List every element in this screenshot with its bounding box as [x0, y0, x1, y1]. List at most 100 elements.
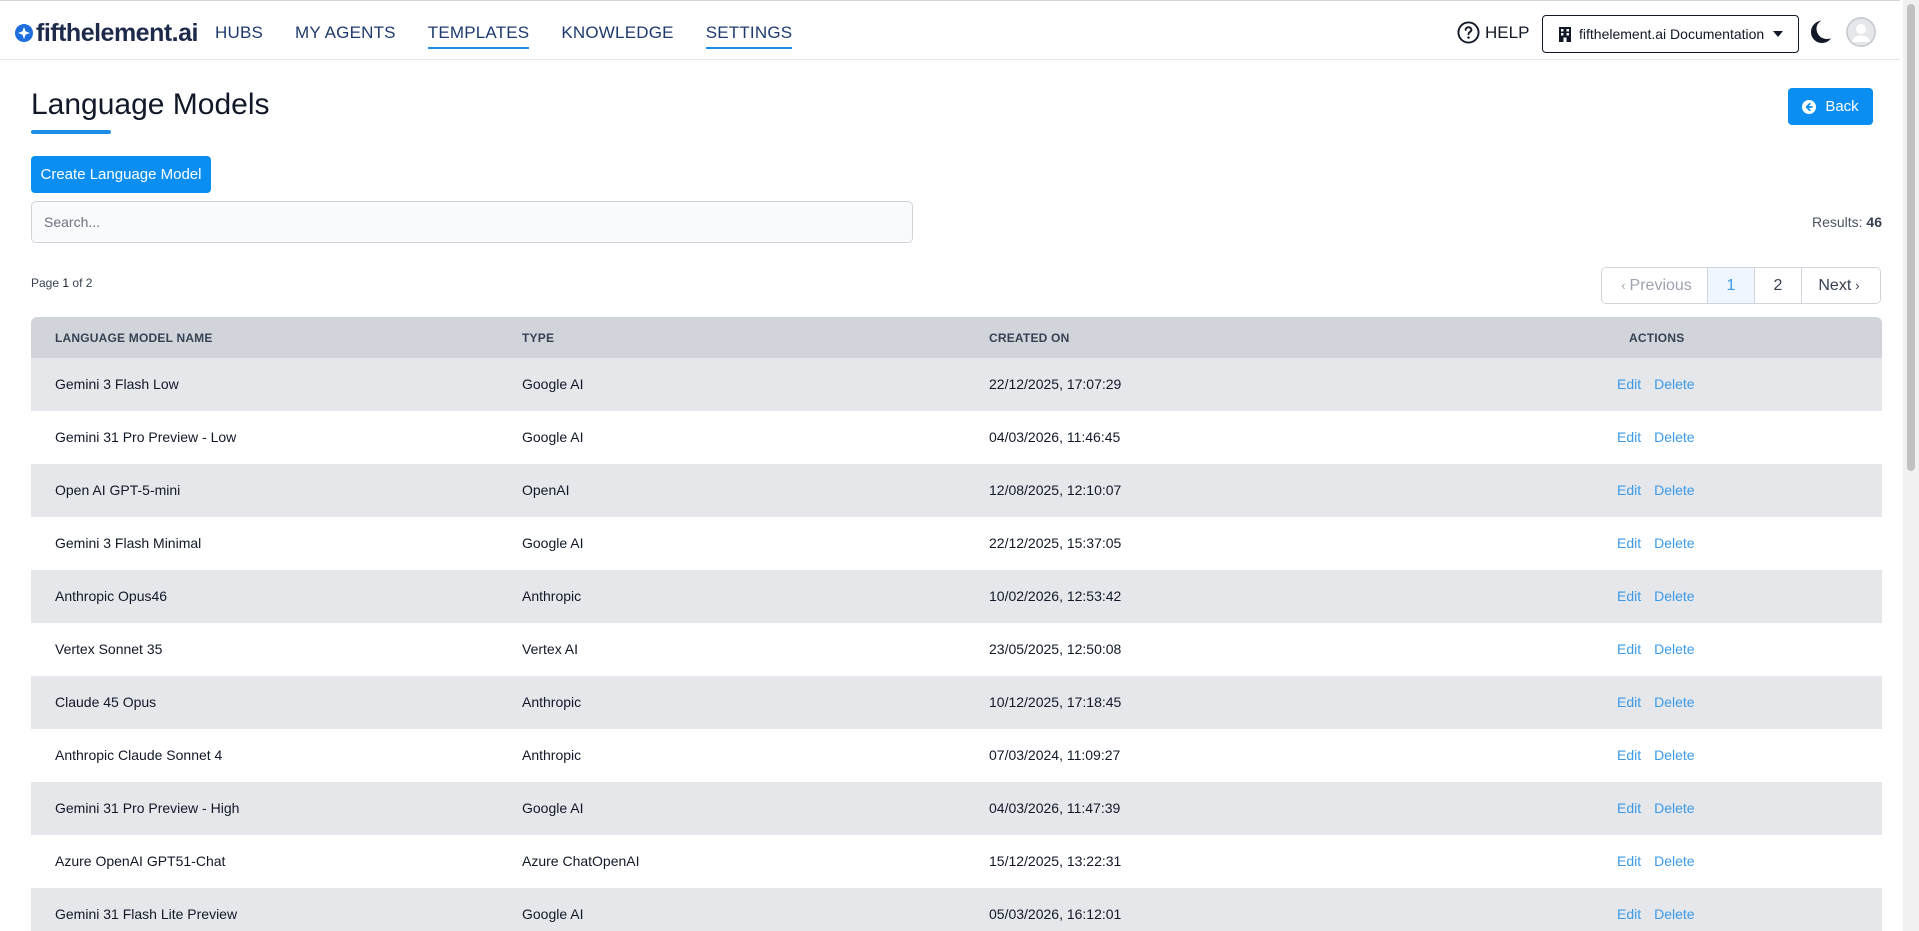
scrollbar-thumb[interactable]: [1907, 4, 1915, 471]
column-header-name[interactable]: LANGUAGE MODEL NAME: [55, 331, 213, 345]
cell-type: Anthropic: [522, 588, 582, 604]
nav-my-agents[interactable]: MY AGENTS: [295, 22, 396, 49]
cell-created: 10/02/2026, 12:53:42: [989, 588, 1122, 604]
delete-button[interactable]: Delete: [1654, 641, 1694, 657]
moon-icon[interactable]: [1809, 19, 1835, 45]
question-circle-icon: [1457, 21, 1480, 44]
page-1-button[interactable]: 1: [1708, 268, 1755, 303]
delete-button[interactable]: Delete: [1654, 429, 1694, 445]
page-scrollbar[interactable]: [1903, 0, 1919, 931]
delete-button[interactable]: Delete: [1654, 694, 1694, 710]
delete-button[interactable]: Delete: [1654, 800, 1694, 816]
table-row: Gemini 3 Flash Minimal Google AI 22/12/202…: [31, 517, 1882, 570]
row-actions: Edit Delete: [1617, 429, 1708, 445]
row-actions: Edit Delete: [1617, 853, 1708, 869]
cell-name: Gemini 31 Flash Lite Preview: [55, 906, 238, 922]
cell-name: Gemini 3 Flash Low: [55, 376, 179, 392]
pagination: ‹ Previous 1 2 Next ›: [1601, 267, 1881, 304]
nav-knowledge[interactable]: KNOWLEDGE: [561, 22, 673, 49]
delete-button[interactable]: Delete: [1654, 853, 1694, 869]
user-icon: [1846, 17, 1876, 47]
cell-name: Anthropic Claude Sonnet 4: [55, 747, 223, 763]
delete-button[interactable]: Delete: [1654, 588, 1694, 604]
cell-type: Azure ChatOpenAI: [522, 853, 640, 869]
edit-button[interactable]: Edit: [1617, 429, 1641, 445]
org-selector[interactable]: fifthelement.ai Documentation: [1542, 15, 1799, 53]
delete-button[interactable]: Delete: [1654, 535, 1694, 551]
cell-type: OpenAI: [522, 482, 570, 498]
edit-button[interactable]: Edit: [1617, 694, 1641, 710]
edit-button[interactable]: Edit: [1617, 800, 1641, 816]
table-row: Gemini 31 Pro Preview - High Google AI 04/…: [31, 782, 1882, 835]
cell-name: Open AI GPT-5-mini: [55, 482, 181, 498]
cell-type: Vertex AI: [522, 641, 579, 657]
cell-name: Azure OpenAI GPT51-Chat: [55, 853, 226, 869]
delete-button[interactable]: Delete: [1654, 747, 1694, 763]
page-2-button[interactable]: 2: [1755, 268, 1802, 303]
edit-button[interactable]: Edit: [1617, 588, 1641, 604]
row-actions: Edit Delete: [1617, 641, 1708, 657]
main-nav: HUBS MY AGENTS TEMPLATES KNOWLEDGE SETTI…: [215, 22, 824, 49]
row-actions: Edit Delete: [1617, 588, 1708, 604]
back-label: Back: [1825, 98, 1859, 115]
cell-type: Anthropic: [522, 694, 582, 710]
table-row: Azure OpenAI GPT51-Chat Azure ChatOpenAI 1…: [31, 835, 1882, 888]
results-count: Results: 46: [1811, 214, 1882, 230]
org-label: fifthelement.ai Documentation: [1579, 26, 1765, 42]
cell-type: Google AI: [522, 429, 584, 445]
cell-name: Anthropic Opus46: [55, 588, 168, 604]
brand-name: fifthelement.ai: [36, 19, 198, 47]
top-navbar: fifthelement.ai HUBS MY AGENTS TEMPLATES…: [0, 0, 1900, 60]
nav-templates[interactable]: TEMPLATES: [427, 22, 530, 49]
edit-button[interactable]: Edit: [1617, 747, 1641, 763]
cell-created: 22/12/2025, 15:37:05: [989, 535, 1122, 551]
edit-button[interactable]: Edit: [1617, 853, 1641, 869]
table-row: Gemini 3 Flash Low Google AI 22/12/2025, 1…: [31, 358, 1882, 411]
edit-button[interactable]: Edit: [1617, 482, 1641, 498]
table-row: Claude 45 Opus Anthropic 10/12/2025, 17:18…: [31, 676, 1882, 729]
cell-name: Gemini 31 Pro Preview - Low: [55, 429, 237, 445]
title-underline: [31, 130, 111, 134]
caret-down-icon: [1773, 31, 1784, 37]
edit-button[interactable]: Edit: [1617, 641, 1641, 657]
row-actions: Edit Delete: [1617, 535, 1708, 551]
cell-created: 22/12/2025, 17:07:29: [989, 376, 1122, 392]
edit-button[interactable]: Edit: [1617, 376, 1641, 392]
nav-settings[interactable]: SETTINGS: [705, 22, 793, 49]
table-body: Gemini 3 Flash Low Google AI 22/12/2025, 1…: [31, 358, 1882, 931]
logo-icon: [15, 24, 33, 42]
create-language-model-button[interactable]: Create Language Model: [31, 156, 211, 193]
nav-hubs[interactable]: HUBS: [215, 22, 263, 49]
cell-name: Gemini 31 Pro Preview - High: [55, 800, 240, 816]
avatar[interactable]: [1846, 17, 1876, 47]
row-actions: Edit Delete: [1617, 800, 1708, 816]
edit-button[interactable]: Edit: [1617, 906, 1641, 922]
delete-button[interactable]: Delete: [1654, 482, 1694, 498]
back-button[interactable]: Back: [1788, 88, 1873, 125]
help-label: HELP: [1485, 22, 1530, 42]
column-header-created[interactable]: CREATED ON: [989, 331, 1069, 345]
delete-button[interactable]: Delete: [1654, 376, 1694, 392]
cell-name: Vertex Sonnet 35: [55, 641, 163, 657]
page-title: Language Models: [31, 88, 270, 121]
edit-button[interactable]: Edit: [1617, 535, 1641, 551]
cell-created: 10/12/2025, 17:18:45: [989, 694, 1122, 710]
cell-created: 04/03/2026, 11:46:45: [989, 429, 1121, 445]
search-input[interactable]: [31, 201, 913, 243]
column-header-type[interactable]: TYPE: [522, 331, 554, 345]
brand-logo[interactable]: fifthelement.ai: [14, 20, 198, 46]
cell-created: 12/08/2025, 12:10:07: [989, 482, 1122, 498]
cell-type: Google AI: [522, 800, 584, 816]
row-actions: Edit Delete: [1617, 747, 1708, 763]
help-link[interactable]: HELP: [1457, 21, 1529, 44]
row-actions: Edit Delete: [1617, 482, 1708, 498]
previous-page-button[interactable]: ‹ Previous: [1602, 268, 1708, 303]
cell-created: 07/03/2024, 11:09:27: [989, 747, 1121, 763]
delete-button[interactable]: Delete: [1654, 906, 1694, 922]
cell-name: Gemini 3 Flash Minimal: [55, 535, 202, 551]
next-page-button[interactable]: Next ›: [1802, 268, 1880, 303]
table-row: Vertex Sonnet 35 Vertex AI 23/05/2025, 12:…: [31, 623, 1882, 676]
language-models-table: LANGUAGE MODEL NAME TYPE CREATED ON ACTI…: [31, 317, 1882, 931]
cell-type: Google AI: [522, 376, 584, 392]
column-header-actions: ACTIONS: [1629, 331, 1685, 345]
